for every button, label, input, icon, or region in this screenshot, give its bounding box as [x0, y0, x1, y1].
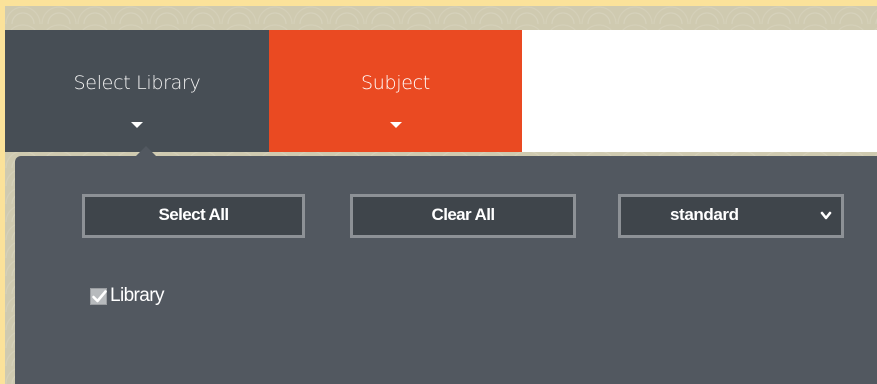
tab-bar-empty-area [522, 30, 877, 152]
select-all-button[interactable]: Select All [82, 194, 305, 238]
library-type-select-value: standard [670, 205, 739, 224]
tab-bar: Select Library Subject [5, 30, 877, 152]
clear-all-button[interactable]: Clear All [350, 194, 576, 238]
library-type-select[interactable]: standard [618, 194, 844, 238]
library-dropdown-panel: Select All Clear All standard Library [15, 146, 877, 384]
library-checkbox-row: Library [90, 284, 164, 308]
tab-select-library[interactable]: Select Library [5, 30, 269, 152]
caret-down-icon [389, 122, 402, 128]
chevron-down-icon [820, 211, 832, 220]
panel-pointer-arrow [136, 146, 156, 156]
tab-subject-label: Subject [361, 72, 430, 94]
checkmark-icon [92, 289, 107, 302]
tab-subject[interactable]: Subject [269, 30, 522, 152]
tab-select-library-label: Select Library [73, 72, 201, 94]
library-checkbox-label: Library [110, 285, 164, 306]
caret-down-icon [131, 122, 143, 128]
library-checkbox[interactable] [90, 287, 107, 305]
